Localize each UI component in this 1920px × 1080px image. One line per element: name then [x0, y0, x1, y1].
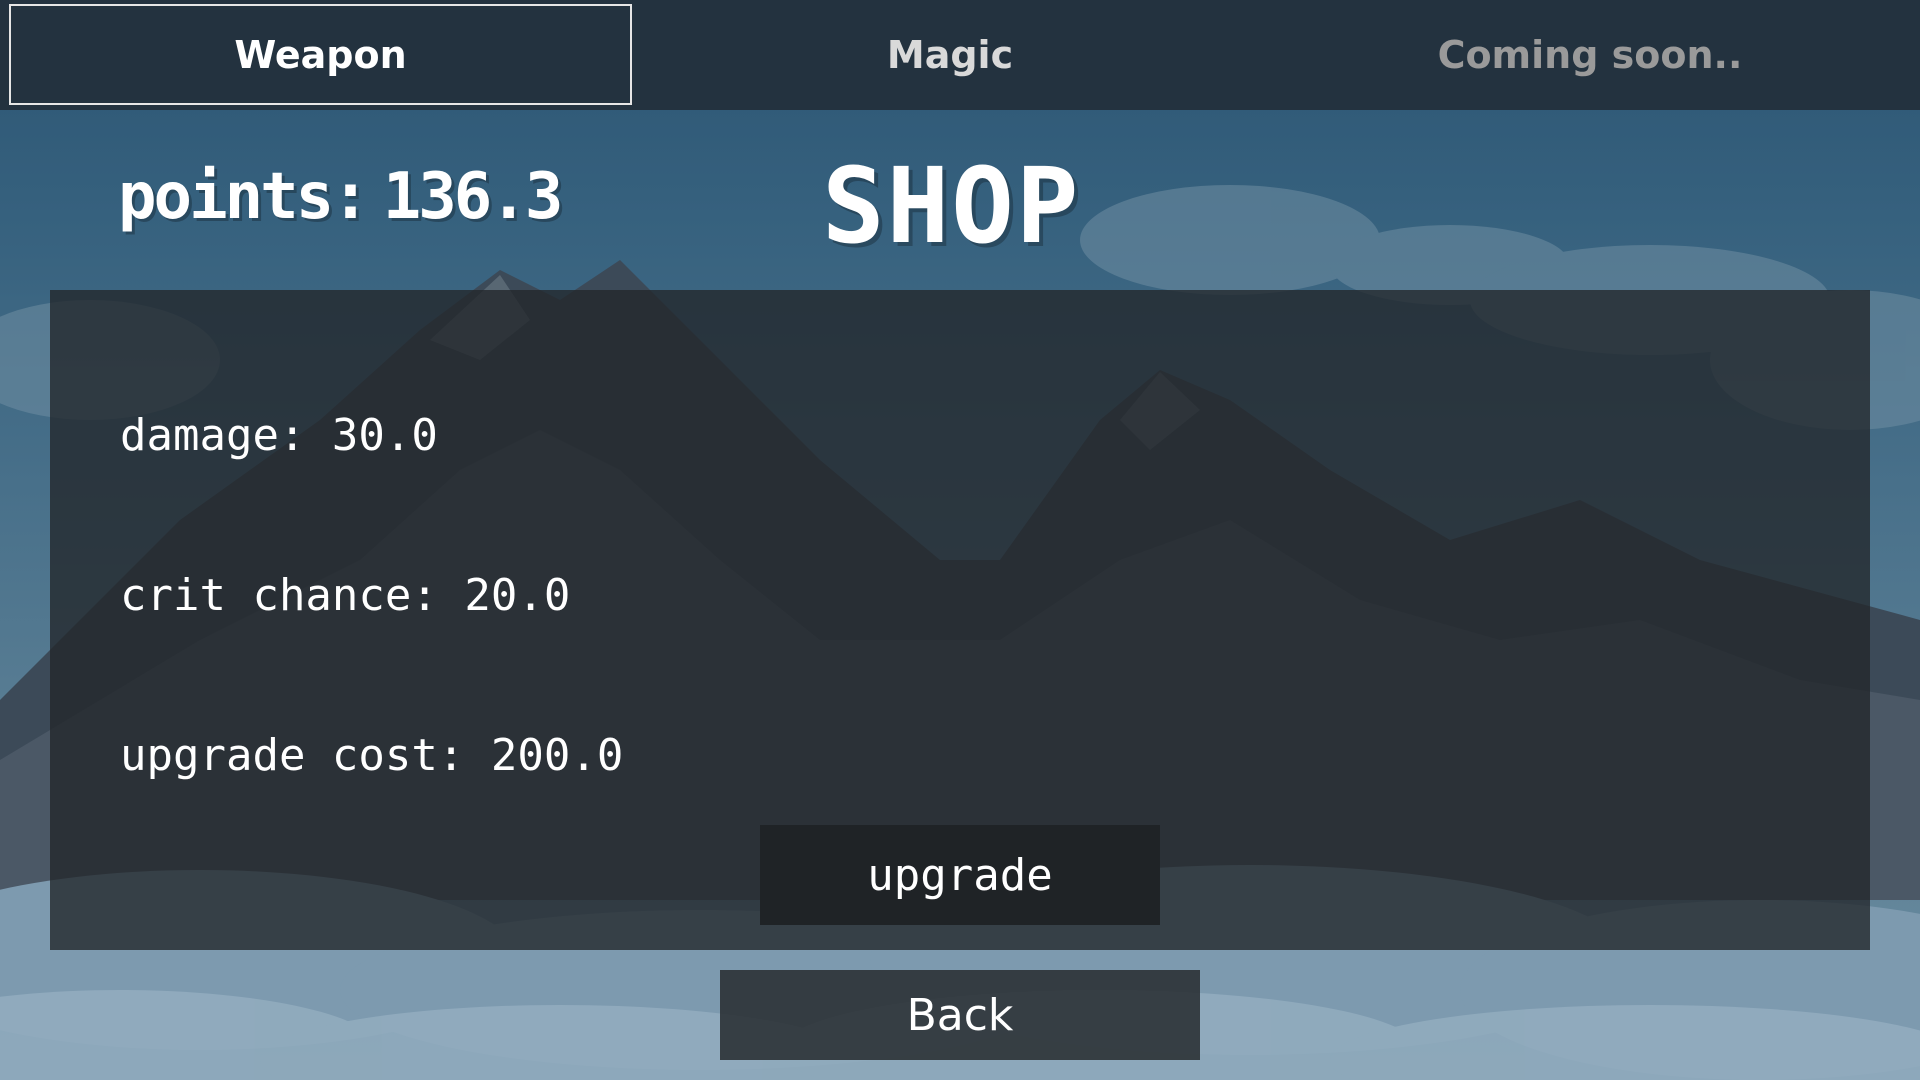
points-display: points: 136.3 [118, 160, 564, 234]
crit-chance-stat: crit chance: 20.0 [120, 570, 571, 621]
tab-bar: Weapon Magic Coming soon.. [0, 0, 1920, 110]
back-button[interactable]: Back [720, 970, 1200, 1060]
tab-magic[interactable]: Magic [632, 4, 1268, 105]
upgrade-button[interactable]: upgrade [760, 825, 1160, 925]
upgrade-cost-stat: upgrade cost: 200.0 [120, 730, 624, 781]
tab-weapon[interactable]: Weapon [9, 4, 632, 105]
points-value: 136.3 [382, 160, 564, 234]
damage-stat: damage: 30.0 [120, 410, 438, 461]
stats-panel: damage: 30.0 crit chance: 20.0 upgrade c… [50, 290, 1870, 950]
points-label: points: [118, 160, 370, 234]
tab-coming-soon: Coming soon.. [1437, 32, 1743, 77]
page-title: SHOP [822, 145, 1081, 267]
